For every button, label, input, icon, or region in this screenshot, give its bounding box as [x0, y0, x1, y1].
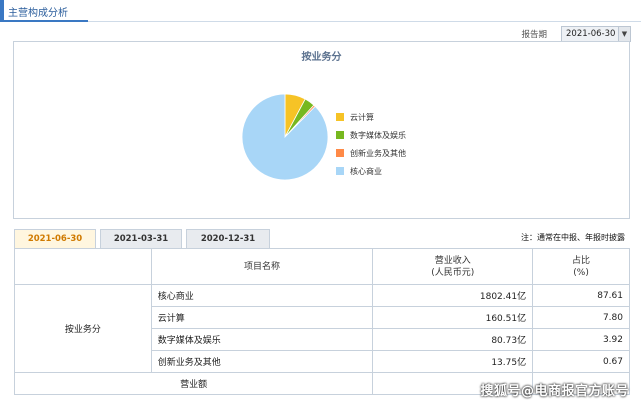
pie-slice-核心商业[interactable]: [241, 93, 329, 181]
section-header: 主营构成分析: [0, 0, 641, 22]
revenue-header-line2: (人民币元): [431, 267, 475, 278]
legend-item[interactable]: 创新业务及其他: [336, 144, 406, 162]
segment-header: [14, 248, 152, 285]
period-tabs: 2021-06-30 2021-03-31 2020-12-31: [14, 229, 274, 249]
pie-chart: [241, 93, 329, 181]
legend-item[interactable]: 核心商业: [336, 162, 406, 180]
table-header-row: 项目名称 营业收入 (人民币元) 占比 (%): [14, 248, 630, 285]
report-period-value: 2021-06-30: [566, 29, 616, 39]
chart-panel: 按业务分 云计算 数字媒体及娱乐 创新业务及其他 核心商业: [13, 41, 630, 219]
tab-2021-06-30[interactable]: 2021-06-30: [14, 229, 96, 248]
revenue-header: 营业收入 (人民币元): [372, 248, 534, 285]
legend-swatch: [336, 149, 344, 157]
name-header: 项目名称: [150, 248, 374, 285]
disclosure-note: 注：通常在中报、年报时披露: [521, 233, 625, 242]
row-pct: 3.92: [532, 328, 630, 351]
legend-swatch: [336, 113, 344, 121]
legend-item[interactable]: 数字媒体及娱乐: [336, 126, 406, 144]
watermark: 搜狐号@电商报官方账号: [480, 384, 629, 399]
row-name: 核心商业: [150, 284, 374, 307]
pct-header-line1: 占比: [572, 255, 591, 266]
revenue-header-line1: 营业收入: [434, 255, 471, 266]
row-revenue: 1802.41亿: [372, 284, 534, 307]
report-period-label: 报告期: [521, 30, 547, 40]
legend-label: 云计算: [350, 112, 374, 122]
pct-header-line2: (%): [573, 267, 589, 278]
segment-cell: 按业务分: [14, 284, 152, 373]
row-pct: 0.67: [532, 350, 630, 373]
report-period-select[interactable]: 2021-06-30 ▼: [561, 26, 631, 42]
row-revenue: 80.73亿: [372, 328, 534, 351]
section-title: 主营构成分析: [0, 4, 88, 22]
row-name: 创新业务及其他: [150, 350, 374, 373]
table-row: 按业务分 核心商业 1802.41亿 87.61: [14, 284, 630, 373]
tab-2020-12-31[interactable]: 2020-12-31: [186, 229, 270, 248]
header-accent-bar: [0, 0, 4, 22]
row-revenue: 13.75亿: [372, 350, 534, 373]
row-name: 数字媒体及娱乐: [150, 328, 374, 351]
tab-2021-03-31[interactable]: 2021-03-31: [100, 229, 182, 248]
pct-header: 占比 (%): [532, 248, 630, 285]
row-pct: 7.80: [532, 306, 630, 329]
legend-label: 数字媒体及娱乐: [350, 130, 406, 140]
chart-legend: 云计算数字媒体及娱乐 创新业务及其他 核心商业: [336, 108, 406, 180]
revenue-table: 项目名称 营业收入 (人民币元) 占比 (%) 按业务分 核心商业 1802.4…: [13, 248, 630, 395]
chevron-down-icon[interactable]: ▼: [618, 27, 630, 41]
legend-item[interactable]: 云计算: [336, 108, 406, 126]
total-label: 营业额: [13, 372, 374, 395]
legend-swatch: [336, 167, 344, 175]
legend-swatch: [336, 131, 344, 139]
row-name: 云计算: [150, 306, 374, 329]
legend-label: 核心商业: [350, 166, 382, 176]
legend-label: 创新业务及其他: [350, 148, 406, 158]
row-pct: 87.61: [532, 284, 630, 307]
row-revenue: 160.51亿: [372, 306, 534, 329]
report-period-row: 报告期 2021-06-30 ▼: [521, 26, 631, 42]
